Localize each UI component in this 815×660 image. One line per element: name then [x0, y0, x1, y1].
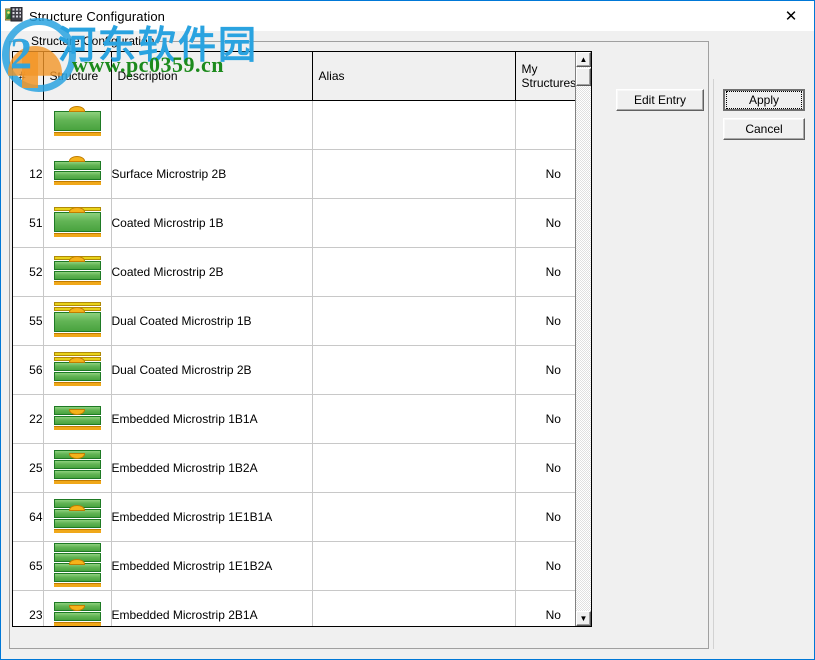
cell-structure-icon: [43, 247, 112, 297]
column-header-structure[interactable]: Structure: [43, 52, 112, 101]
panel-divider: [713, 79, 714, 649]
cell-description: Surface Microstrip 1B: [111, 100, 313, 150]
cell-structure-icon: [43, 394, 112, 444]
scroll-down-icon[interactable]: ▼: [576, 611, 591, 626]
table-row[interactable]: 22 Embedded Microstrip 1B1A No: [13, 394, 591, 444]
column-header-description[interactable]: Description: [111, 52, 313, 101]
cell-structure-icon: [43, 198, 112, 248]
cell-number: 11: [13, 100, 44, 150]
column-header-number[interactable]: #: [13, 52, 44, 101]
embedded-microstrip-1b2a-icon: [53, 449, 101, 484]
window-icon: [4, 6, 23, 25]
cell-number: 64: [13, 492, 44, 542]
table-body: 11 Surface Microstrip 1B No 12 Surface Micro…: [13, 100, 591, 626]
cell-alias: [312, 394, 516, 444]
scrollbar-thumb[interactable]: [576, 68, 591, 86]
table-row[interactable]: 25 Embedded Microstrip 1B2A No: [13, 443, 591, 493]
table-row[interactable]: 64 Embedded Microstrip 1E1B1A No: [13, 492, 591, 542]
cell-alias: [312, 443, 516, 493]
close-icon[interactable]: ✕: [768, 1, 814, 30]
table-row[interactable]: 52 Coated Microstrip 2B No: [13, 247, 591, 297]
dual-coated-microstrip-2b-icon: [53, 351, 101, 386]
cell-number: 51: [13, 198, 44, 248]
table-row[interactable]: 55 Dual Coated Microstrip 1B No: [13, 296, 591, 346]
embedded-microstrip-1b1a-icon: [53, 405, 101, 430]
cell-alias: [312, 492, 516, 542]
vertical-scrollbar[interactable]: ▲ ▼: [575, 52, 591, 626]
cell-number: 65: [13, 541, 44, 591]
window-title: Structure Configuration: [29, 8, 165, 24]
cell-structure-icon: [43, 590, 112, 626]
cell-alias: [312, 541, 516, 591]
cell-number: 23: [13, 590, 44, 626]
cell-alias: [312, 590, 516, 626]
cell-description: Embedded Microstrip 1B2A: [111, 443, 313, 493]
cell-structure-icon: [43, 296, 112, 346]
surface-microstrip-2b-icon: [53, 155, 101, 185]
coated-microstrip-1b-icon: [53, 206, 101, 237]
cell-description: Embedded Microstrip 1E1B2A: [111, 541, 313, 591]
table-row[interactable]: 11 Surface Microstrip 1B No: [13, 100, 591, 150]
cell-number: 22: [13, 394, 44, 444]
apply-button[interactable]: Apply: [723, 89, 805, 111]
dual-coated-microstrip-1b-icon: [53, 302, 101, 337]
cell-number: 56: [13, 345, 44, 395]
scroll-up-icon[interactable]: ▲: [576, 52, 591, 67]
dialog-client-area: Structure Configuration # Structure Desc…: [1, 31, 814, 659]
cell-structure-icon: [43, 345, 112, 395]
embedded-microstrip-1e1b2a-icon: [53, 542, 101, 587]
cell-structure-icon: [43, 149, 112, 199]
structure-configuration-window: Structure Configuration ✕ Structure Conf…: [0, 0, 815, 660]
table-row[interactable]: 56 Dual Coated Microstrip 2B No: [13, 345, 591, 395]
title-bar: Structure Configuration ✕: [1, 1, 814, 31]
cell-alias: [312, 247, 516, 297]
cell-description: Coated Microstrip 2B: [111, 247, 313, 297]
structure-table: # Structure Description Alias My Structu…: [13, 52, 591, 626]
embedded-microstrip-1e1b1a-icon: [53, 498, 101, 533]
table-row[interactable]: 23 Embedded Microstrip 2B1A No: [13, 590, 591, 626]
cell-structure-icon: [43, 492, 112, 542]
surface-microstrip-1b-icon: [53, 106, 101, 136]
cell-alias: [312, 149, 516, 199]
cell-number: 52: [13, 247, 44, 297]
cell-description: Coated Microstrip 1B: [111, 198, 313, 248]
cell-number: 55: [13, 296, 44, 346]
coated-microstrip-2b-icon: [53, 256, 101, 285]
cell-number: 12: [13, 149, 44, 199]
cell-structure-icon: [43, 443, 112, 493]
cell-alias: [312, 345, 516, 395]
column-header-alias[interactable]: Alias: [312, 52, 516, 101]
apply-button-label: Apply: [726, 91, 802, 109]
cell-description: Dual Coated Microstrip 2B: [111, 345, 313, 395]
cell-alias: [312, 100, 516, 150]
cell-description: Embedded Microstrip 1E1B1A: [111, 492, 313, 542]
table-row[interactable]: 51 Coated Microstrip 1B No: [13, 198, 591, 248]
embedded-microstrip-2b1a-icon: [53, 601, 101, 626]
cell-number: 25: [13, 443, 44, 493]
cancel-button[interactable]: Cancel: [723, 118, 805, 140]
table-header-row: # Structure Description Alias My Structu…: [13, 52, 591, 101]
edit-entry-button[interactable]: Edit Entry: [616, 89, 704, 111]
cell-alias: [312, 296, 516, 346]
cell-description: Dual Coated Microstrip 1B: [111, 296, 313, 346]
table-row[interactable]: 12 Surface Microstrip 2B No: [13, 149, 591, 199]
groupbox-label: Structure Configuration: [28, 34, 158, 48]
cell-description: Embedded Microstrip 1B1A: [111, 394, 313, 444]
cell-structure-icon: [43, 100, 112, 150]
structure-grid[interactable]: # Structure Description Alias My Structu…: [12, 51, 592, 627]
cell-description: Embedded Microstrip 2B1A: [111, 590, 313, 626]
cell-alias: [312, 198, 516, 248]
table-row[interactable]: 65 Embedded Microstrip 1E1B2A No: [13, 541, 591, 591]
cell-structure-icon: [43, 541, 112, 591]
cell-description: Surface Microstrip 2B: [111, 149, 313, 199]
